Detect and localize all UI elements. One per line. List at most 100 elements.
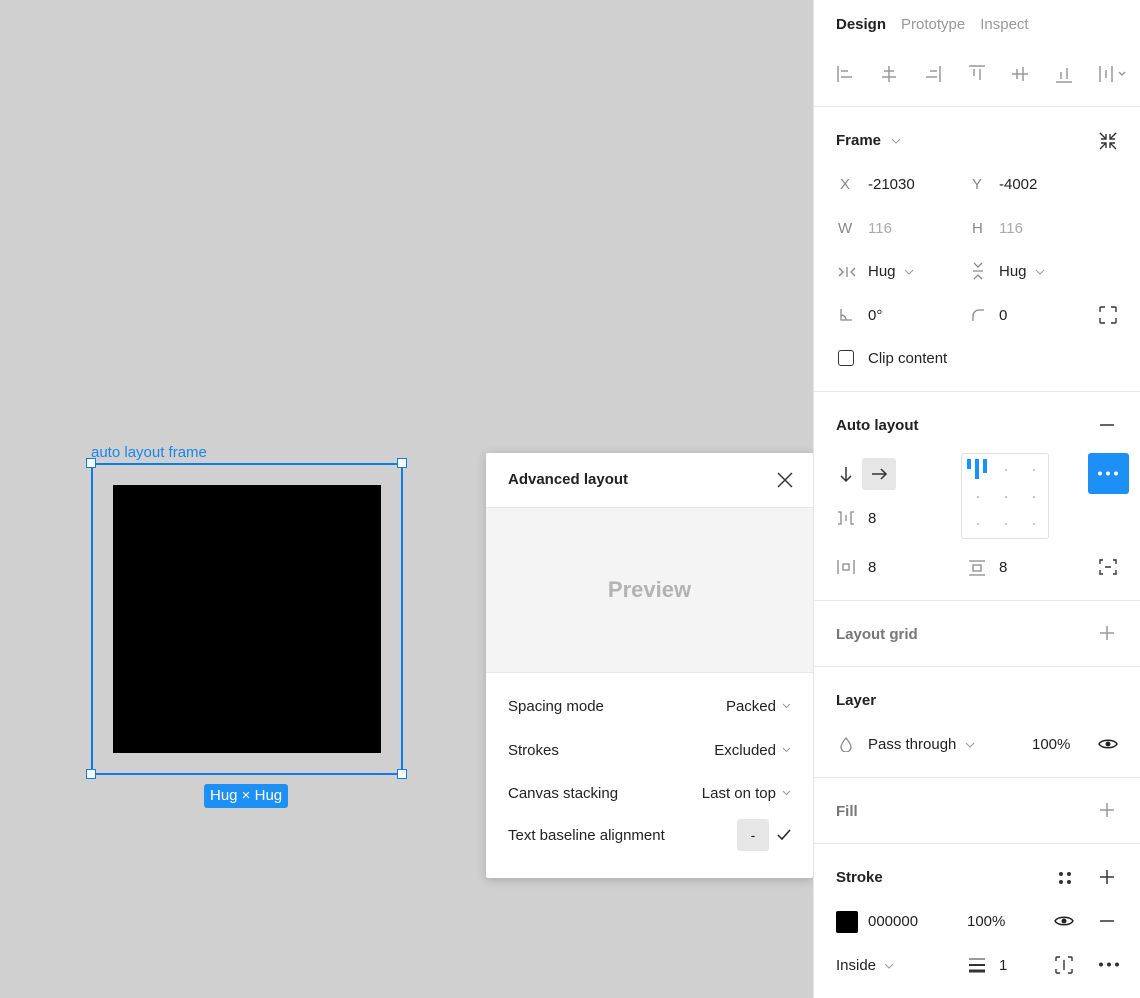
frame-name-label[interactable]: auto layout frame (91, 444, 207, 461)
stroke-title: Stroke (836, 869, 883, 886)
add-layout-grid-icon[interactable] (1099, 625, 1115, 641)
advanced-layout-button[interactable] (1088, 453, 1129, 494)
vertical-sizing-value: Hug (999, 263, 1027, 280)
text-baseline-label: Text baseline alignment (508, 826, 665, 844)
chevron-down-icon (884, 963, 894, 969)
grid-dot (1005, 523, 1007, 525)
style-dots-icon[interactable] (1057, 870, 1073, 886)
tab-inspect[interactable]: Inspect (980, 16, 1028, 33)
align-top-icon[interactable] (966, 62, 988, 86)
blend-mode-icon (840, 737, 852, 752)
chevron-down-icon (782, 790, 791, 796)
spacing-mode-dropdown[interactable]: Packed (726, 698, 791, 715)
grid-dot (977, 523, 979, 525)
align-left-icon[interactable] (834, 62, 856, 86)
resize-handle-top-right[interactable] (397, 458, 407, 468)
alignment-grid[interactable] (961, 453, 1049, 539)
chevron-down-icon (904, 269, 914, 275)
independent-corners-icon[interactable] (1099, 306, 1117, 324)
resize-handle-top-left[interactable] (86, 458, 96, 468)
individual-strokes-icon[interactable] (1055, 956, 1073, 974)
text-baseline-row: Text baseline alignment - (508, 819, 791, 851)
strokes-dropdown[interactable]: Excluded (714, 742, 791, 759)
properties-panel: Design Prototype Inspect Frame X -21030 … (813, 0, 1140, 998)
frame-section-title[interactable]: Frame (836, 132, 901, 149)
stroke-hex-input[interactable]: 000000 (868, 913, 918, 930)
grid-dot (1005, 469, 1007, 471)
chevron-down-icon (782, 703, 791, 709)
resize-handle-bottom-right[interactable] (397, 769, 407, 779)
spacing-mode-row: Spacing mode Packed (508, 693, 791, 719)
item-spacing-input[interactable]: 8 (868, 510, 876, 527)
checkmark-icon[interactable] (777, 829, 791, 841)
strokes-label: Strokes (508, 741, 559, 759)
tab-prototype[interactable]: Prototype (901, 16, 965, 33)
remove-stroke-icon[interactable] (1099, 913, 1115, 929)
stroke-position-dropdown[interactable]: Inside (836, 957, 894, 974)
chevron-down-icon (965, 742, 974, 748)
vertical-resizing-icon (973, 262, 983, 280)
blend-mode-dropdown[interactable]: Pass through (868, 736, 975, 753)
fill-title: Fill (836, 803, 858, 820)
clip-content-checkbox[interactable] (838, 350, 854, 366)
more-options-icon (1098, 471, 1118, 476)
collapse-icon[interactable] (1098, 131, 1118, 151)
resize-handle-bottom-left[interactable] (86, 769, 96, 779)
distribute-icon[interactable] (1097, 62, 1131, 86)
add-stroke-icon[interactable] (1099, 869, 1115, 885)
more-options-icon[interactable] (1098, 962, 1120, 967)
remove-auto-layout-icon[interactable] (1099, 417, 1115, 433)
layer-opacity-input[interactable]: 100% (1032, 736, 1070, 753)
arrow-down-icon[interactable] (839, 465, 853, 483)
chevron-down-icon (782, 747, 791, 753)
spacing-mode-value: Packed (725, 697, 776, 715)
layout-preview: Preview (486, 508, 813, 673)
auto-layout-frame[interactable] (91, 463, 403, 775)
y-label: Y (972, 176, 983, 193)
rotation-input[interactable]: 0° (868, 307, 882, 324)
align-bottom-icon[interactable] (1053, 62, 1075, 86)
stroke-opacity-input[interactable]: 100% (967, 913, 1005, 930)
stroke-color-swatch[interactable] (836, 911, 858, 933)
layout-grid-title: Layout grid (836, 626, 918, 643)
grid-dot (1033, 523, 1035, 525)
horizontal-sizing-dropdown[interactable]: Hug (868, 263, 914, 280)
grid-dot (1005, 496, 1007, 498)
individual-padding-icon[interactable] (1099, 558, 1117, 576)
arrow-right-icon (872, 468, 888, 480)
clip-content-label: Clip content (868, 350, 948, 367)
eye-icon[interactable] (1098, 737, 1118, 751)
align-vertical-center-icon[interactable] (1009, 62, 1031, 86)
corner-radius-input[interactable]: 0 (999, 307, 1007, 324)
add-fill-icon[interactable] (1099, 802, 1115, 818)
h-input[interactable]: 116 (999, 220, 1023, 237)
x-label: X (840, 176, 851, 193)
align-right-icon[interactable] (922, 62, 944, 86)
y-input[interactable]: -4002 (999, 176, 1037, 193)
size-badge: Hug × Hug (204, 784, 289, 808)
direction-horizontal-button[interactable] (862, 458, 896, 490)
canvas-stacking-dropdown[interactable]: Last on top (702, 785, 791, 802)
baseline-off-button[interactable]: - (737, 819, 769, 851)
rotation-icon (840, 309, 852, 321)
w-input[interactable]: 116 (868, 220, 892, 237)
x-input[interactable]: -21030 (868, 176, 915, 193)
chevron-down-icon (1035, 269, 1045, 275)
spacing-between-icon (838, 511, 854, 525)
stroke-weight-input[interactable]: 1 (999, 957, 1007, 974)
vertical-padding-input[interactable]: 8 (999, 559, 1007, 576)
child-rectangle[interactable] (113, 485, 381, 753)
eye-icon[interactable] (1054, 914, 1074, 928)
align-horizontal-center-icon[interactable] (878, 62, 900, 86)
preview-label: Preview (607, 577, 692, 602)
corner-radius-icon (972, 309, 984, 321)
horizontal-padding-icon (837, 560, 855, 574)
vertical-sizing-dropdown[interactable]: Hug (999, 263, 1045, 280)
layer-title: Layer (836, 692, 877, 709)
popover-title: Advanced layout (508, 471, 629, 488)
tab-design[interactable]: Design (836, 16, 886, 33)
horizontal-padding-input[interactable]: 8 (868, 559, 876, 576)
close-icon[interactable] (776, 471, 794, 489)
stroke-position-value: Inside (836, 957, 877, 974)
strokes-row: Strokes Excluded (508, 737, 791, 763)
